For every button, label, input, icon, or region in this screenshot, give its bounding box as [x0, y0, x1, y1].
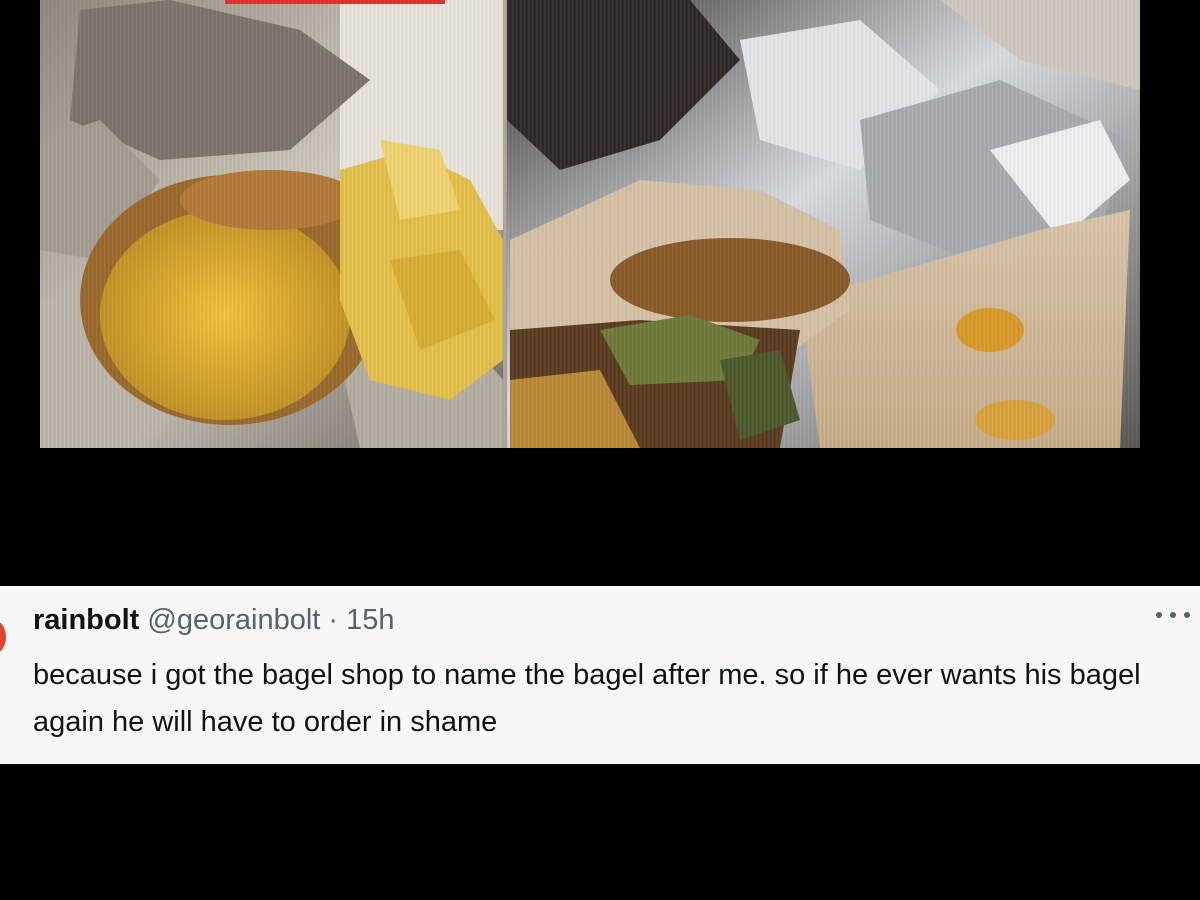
- tweet-header: rainbolt @georainbolt · 15h: [33, 604, 395, 637]
- author-handle[interactable]: @georainbolt: [147, 604, 320, 636]
- tweet-timestamp[interactable]: 15h: [346, 604, 394, 636]
- more-horizontal-icon[interactable]: [1156, 608, 1190, 622]
- avatar[interactable]: [0, 620, 6, 654]
- tweet-card[interactable]: rainbolt @georainbolt · 15h because i go…: [0, 586, 1200, 764]
- more-dot: [1170, 612, 1176, 618]
- red-header-tab: [225, 0, 445, 4]
- photo-divider: [503, 0, 507, 448]
- bagel-photo-illustration: [40, 0, 1140, 448]
- author-name[interactable]: rainbolt: [33, 604, 139, 636]
- tweet-text: because i got the bagel shop to name the…: [33, 659, 1141, 738]
- header-separator: ·: [328, 604, 339, 636]
- more-dot: [1184, 612, 1190, 618]
- more-dot: [1156, 612, 1162, 618]
- screenshot-stage: rainbolt @georainbolt · 15h because i go…: [0, 0, 1200, 900]
- bagel-photo[interactable]: [40, 0, 1140, 448]
